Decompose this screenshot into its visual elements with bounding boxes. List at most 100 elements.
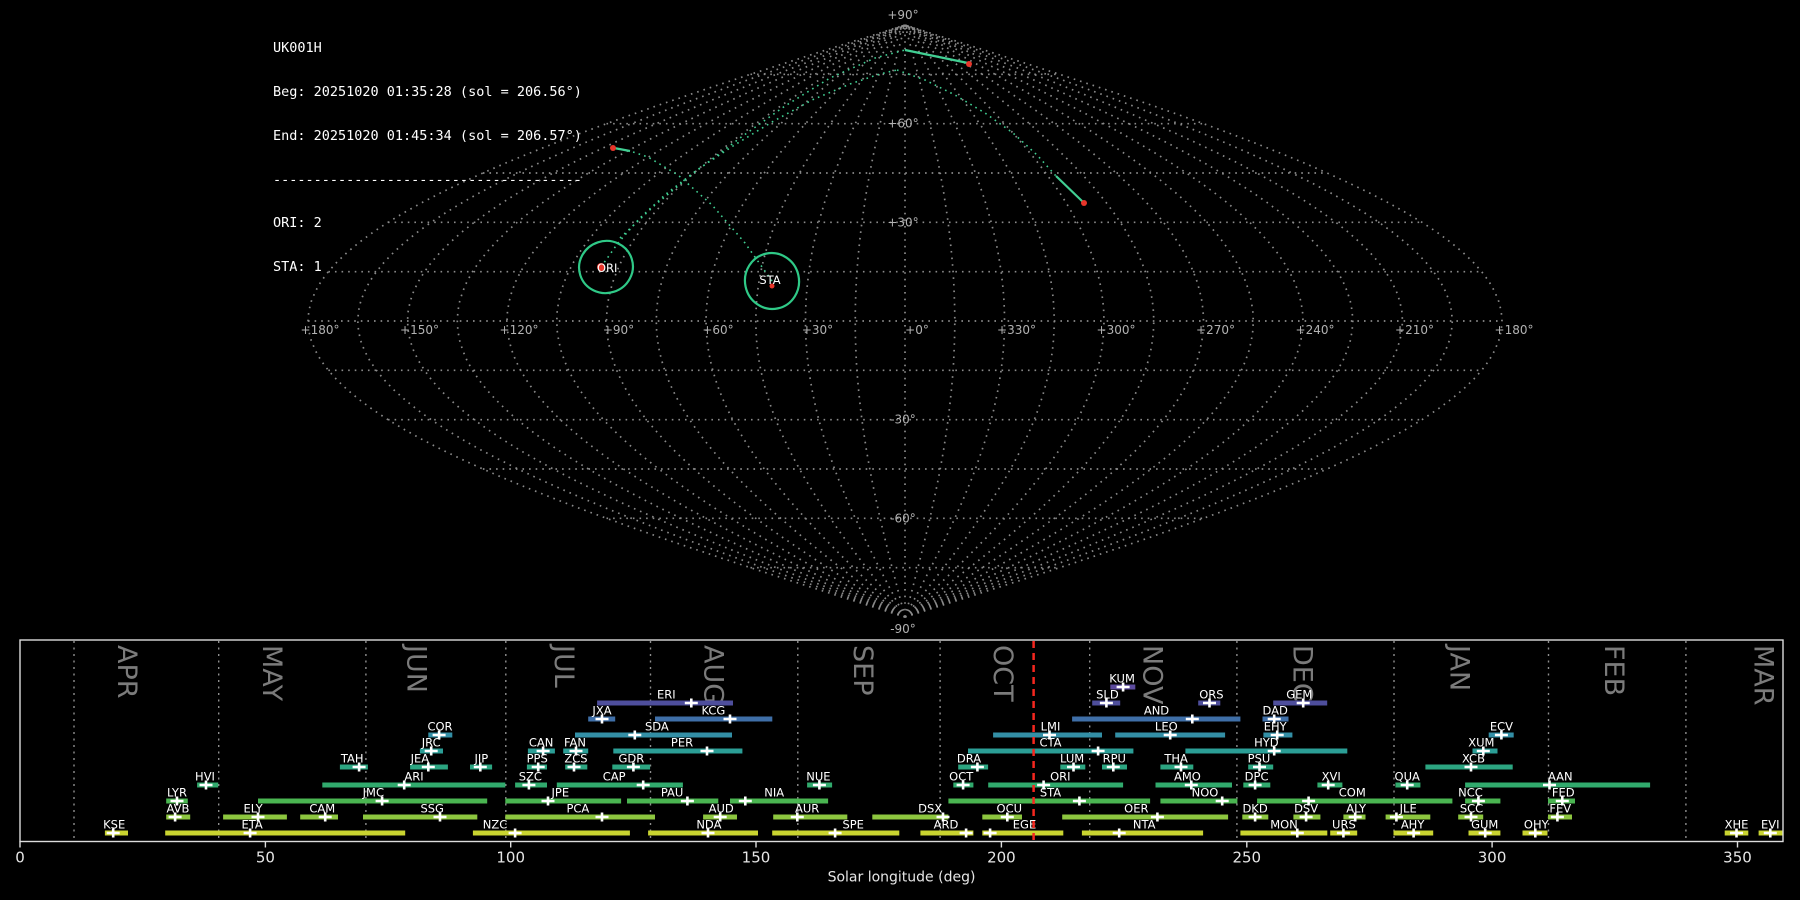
shower-label: LYR xyxy=(167,786,187,800)
map-latitude-label: -60° xyxy=(890,511,916,525)
map-latitude-label: +30° xyxy=(887,215,918,229)
month-label: APR xyxy=(111,645,142,699)
shower-label: CAP xyxy=(603,770,626,784)
shower-label: JEA xyxy=(410,752,430,766)
peak-cross xyxy=(628,731,641,740)
map-latitude-label: -90° xyxy=(890,622,916,636)
shower-label: OHY xyxy=(1524,818,1550,832)
shower-label: CAM xyxy=(309,802,335,816)
peak-cross xyxy=(1186,715,1199,724)
separator-line: -------------------------------------- xyxy=(273,173,582,188)
station-id: UK001H xyxy=(273,41,582,56)
shower-label: NTA xyxy=(1133,818,1156,832)
shower-label: XUM xyxy=(1468,736,1494,750)
month-label: JUN xyxy=(401,643,432,693)
shower-label: JXA xyxy=(591,704,611,718)
shower-label: STA xyxy=(1040,786,1061,800)
shower-label: ARI xyxy=(404,770,423,784)
month-label: MAR xyxy=(1748,645,1779,706)
shower-labels: KUMERISLDORSGEMJXAKCGANDDADCORSDALMILEOE… xyxy=(103,672,1779,832)
peak-cross xyxy=(960,829,973,838)
map-latitude-label: +90° xyxy=(887,8,918,22)
shower-label: ORI xyxy=(1050,770,1070,784)
shower-label: XVI xyxy=(1322,770,1341,784)
shower-label: HVI xyxy=(195,770,215,784)
peak-cross xyxy=(724,715,737,724)
shower-label: ZCS xyxy=(564,752,587,766)
shower-label: OCU xyxy=(997,802,1023,816)
shower-label: SDA xyxy=(645,720,669,734)
map-longitude-label: +0° xyxy=(905,323,929,337)
shower-label: FAN xyxy=(564,736,586,750)
map-longitude-label: +60° xyxy=(702,323,733,337)
shower-label: SZC xyxy=(519,770,542,784)
shower-label: OCT xyxy=(949,770,974,784)
peak-cross xyxy=(637,781,650,790)
shower-label: AND xyxy=(1144,704,1169,718)
axis-tick-label: 350 xyxy=(1723,849,1752,867)
meteor-trails xyxy=(601,50,1083,281)
shower-label: XHE xyxy=(1725,818,1749,832)
peak-cross xyxy=(685,699,698,708)
shower-label: LEO xyxy=(1155,720,1178,734)
shower-label: ERI xyxy=(657,688,676,702)
month-labels: APRMAYJUNJULAUGSEPOCTNOVDECJANFEBMAR xyxy=(111,643,1779,706)
shower-label: SSG xyxy=(420,802,444,816)
shower-label: COM xyxy=(1339,786,1366,800)
peak-cross xyxy=(829,829,842,838)
map-longitude-label: +210° xyxy=(1395,323,1434,337)
shower-label: AMO xyxy=(1174,770,1201,784)
shower-label: FED xyxy=(1552,786,1575,800)
meteor-trail xyxy=(620,50,905,238)
shower-label: JMC xyxy=(362,786,384,800)
meteor-trail xyxy=(630,151,772,281)
meteor-endpoint-dot xyxy=(610,145,616,151)
peak-cross xyxy=(701,747,714,756)
shower-label: DPC xyxy=(1245,770,1269,784)
shower-label: CAN xyxy=(529,736,554,750)
shower-label: AUD xyxy=(709,802,734,816)
peak-cross xyxy=(739,797,752,806)
peak-cross xyxy=(1073,797,1086,806)
meteor-endpoint-dot xyxy=(1081,200,1087,206)
shower-label: GUM xyxy=(1471,818,1498,832)
meteor-trail xyxy=(601,70,897,267)
peak-cross xyxy=(984,829,997,838)
map-longitude-label: +90° xyxy=(603,323,634,337)
graticule-meridian xyxy=(905,25,1253,617)
meteor-trail xyxy=(1056,176,1083,202)
map-longitude-label: +120° xyxy=(500,323,539,337)
graticule-meridian xyxy=(656,25,905,617)
meteor-trail xyxy=(905,50,968,63)
shower-label: PCA xyxy=(566,802,589,816)
observation-header: UK001H Beg: 20251020 01:35:28 (sol = 206… xyxy=(273,12,582,304)
shower-label: PSU xyxy=(1248,752,1271,766)
month-label: SEP xyxy=(847,645,878,695)
shower-label: LUM xyxy=(1060,752,1084,766)
shower-label: TAH xyxy=(340,752,364,766)
shower-label: RPU xyxy=(1103,752,1126,766)
shower-label: GEM xyxy=(1286,688,1312,702)
month-label: MAY xyxy=(256,645,287,702)
axis-tick-label: 0 xyxy=(15,849,25,867)
shower-label: ECV xyxy=(1490,720,1513,734)
shower-label: NDA xyxy=(696,818,721,832)
shower-label: FEV xyxy=(1549,802,1571,816)
shower-bar xyxy=(165,831,405,836)
axis-tick-label: 50 xyxy=(256,849,275,867)
radiant-label-sta: STA xyxy=(759,273,780,287)
shower-label: URS xyxy=(1332,818,1356,832)
shower-label: JLE xyxy=(1399,802,1417,816)
map-longitude-label: +30° xyxy=(802,323,833,337)
shower-label: DAD xyxy=(1263,704,1289,718)
shower-label: THA xyxy=(1163,752,1188,766)
sky-map-and-timeline-plot: +180°+150°+120°+90°+60°+30°+0°+330°+300°… xyxy=(0,0,1800,900)
shower-label: ARD xyxy=(934,818,959,832)
shower-label: JRC xyxy=(421,736,441,750)
shower-label: AHY xyxy=(1401,818,1426,832)
shower-label: DRA xyxy=(957,752,981,766)
peak-cross xyxy=(509,829,522,838)
shower-label: COR xyxy=(427,720,452,734)
begin-time-line: Beg: 20251020 01:35:28 (sol = 206.56°) xyxy=(273,85,582,100)
map-longitude-label: +150° xyxy=(400,323,439,337)
